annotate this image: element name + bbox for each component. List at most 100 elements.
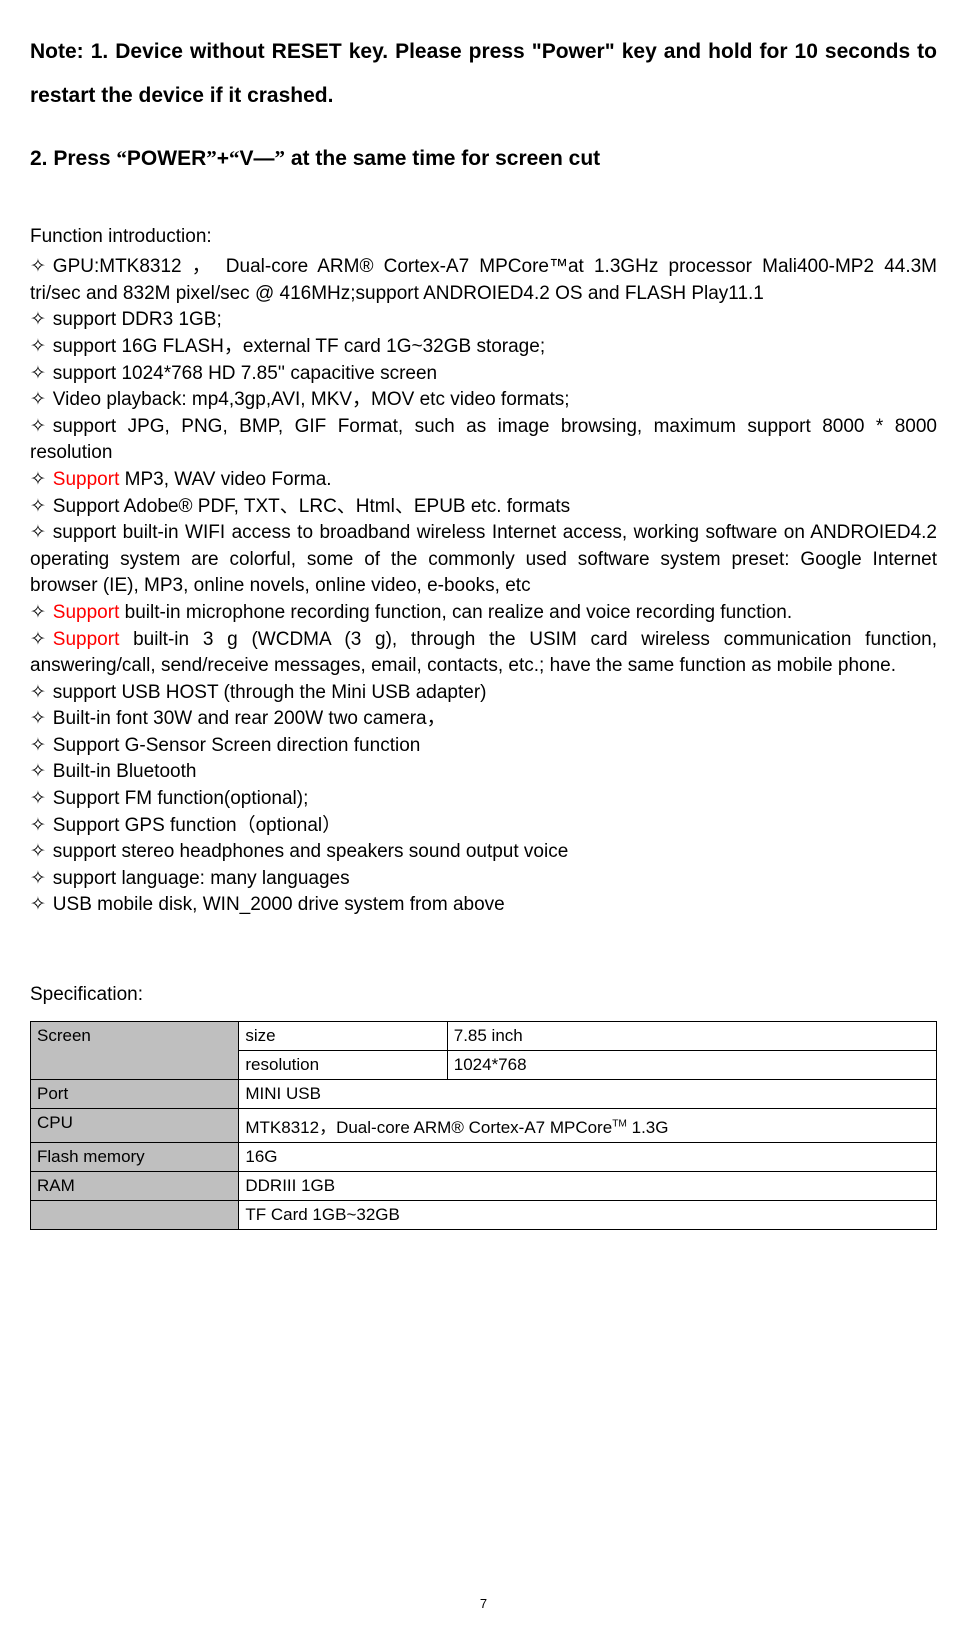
list-item: ✧ Video playback: mp4,3gp,AVI, MKV，MOV e… (30, 387, 937, 414)
diamond-icon: ✧ (30, 813, 53, 840)
quote-close-2: ” (275, 146, 286, 170)
bullet-text: GPU:MTK8312 ， Dual-core ARM® Cortex-A7 M… (30, 256, 937, 304)
spec-screen-label: Screen (31, 1022, 239, 1080)
bullet-red-text: Support (53, 602, 120, 623)
list-item: ✧ Support built-in microphone recording … (30, 600, 937, 627)
note2-prefix: 2. Press (30, 147, 116, 170)
table-row: Screen size 7.85 inch (31, 1022, 937, 1051)
diamond-icon: ✧ (30, 600, 53, 627)
table-row: Flash memory 16G (31, 1143, 937, 1172)
diamond-icon: ✧ (30, 520, 53, 547)
diamond-icon: ✧ (30, 414, 53, 441)
list-item: ✧ Support Adobe® PDF, TXT、LRC、Html、EPUB … (30, 494, 937, 521)
list-item: ✧ Built-in Bluetooth (30, 759, 937, 786)
spec-table: Screen size 7.85 inch resolution 1024*76… (30, 1021, 937, 1230)
quote-open-1: “ (116, 146, 127, 170)
bullet-text: Built-in font 30W and rear 200W two came… (53, 708, 446, 729)
spec-screen-res-key: resolution (239, 1051, 447, 1080)
list-item: ✧ Support G-Sensor Screen direction func… (30, 733, 937, 760)
bullet-text: support built-in WIFI access to broadban… (30, 522, 937, 596)
diamond-icon: ✧ (30, 307, 53, 334)
bullet-text: support JPG, PNG, BMP, GIF Format, such … (30, 416, 937, 464)
diamond-icon: ✧ (30, 733, 53, 760)
list-item: ✧ support language: many languages (30, 866, 937, 893)
list-item: ✧ support built-in WIFI access to broadb… (30, 520, 937, 600)
list-item: ✧ support DDR3 1GB; (30, 307, 937, 334)
bullet-text: Video playback: mp4,3gp,AVI, MKV，MOV etc… (53, 389, 570, 410)
diamond-icon: ✧ (30, 467, 53, 494)
list-item: ✧ USB mobile disk, WIN_2000 drive system… (30, 892, 937, 919)
note2-suffix: at the same time for screen cut (285, 147, 600, 170)
spec-ram-label: RAM (31, 1172, 239, 1201)
note2-v: V (240, 147, 254, 170)
list-item: ✧ Support GPS function（optional） (30, 813, 937, 840)
spec-ram-val: DDRIII 1GB (239, 1172, 937, 1201)
bullet-red-text: Support (53, 629, 120, 650)
bullet-text: Built-in Bluetooth (53, 761, 197, 782)
note-1: Note: 1. Device without RESET key. Pleas… (30, 30, 937, 118)
spec-tf-label (31, 1201, 239, 1230)
quote-close-1: ” (206, 146, 217, 170)
bullet-text: Support Adobe® PDF, TXT、LRC、Html、EPUB et… (53, 496, 570, 517)
note2-power: POWER (127, 147, 206, 170)
list-item: ✧ support 16G FLASH，external TF card 1G~… (30, 334, 937, 361)
table-row: RAM DDRIII 1GB (31, 1172, 937, 1201)
spec-cpu-val: MTK8312，Dual-core ARM® Cortex-A7 MPCoreT… (239, 1109, 937, 1143)
spec-screen-res-val: 1024*768 (447, 1051, 936, 1080)
page-number: 7 (0, 1596, 967, 1611)
spec-screen-size-key: size (239, 1022, 447, 1051)
diamond-icon: ✧ (30, 387, 53, 414)
spec-cpu-label: CPU (31, 1109, 239, 1143)
bullet-text: support stereo headphones and speakers s… (53, 841, 568, 862)
table-row: Port MINI USB (31, 1080, 937, 1109)
bullet-text: Support G-Sensor Screen direction functi… (53, 735, 421, 756)
spec-screen-size-val: 7.85 inch (447, 1022, 936, 1051)
diamond-icon: ✧ (30, 361, 53, 388)
list-item: ✧ support stereo headphones and speakers… (30, 839, 937, 866)
diamond-icon: ✧ (30, 334, 53, 361)
diamond-icon: ✧ (30, 866, 53, 893)
bullet-text: support USB HOST (through the Mini USB a… (53, 682, 487, 703)
spec-flash-label: Flash memory (31, 1143, 239, 1172)
list-item: ✧ GPU:MTK8312 ， Dual-core ARM® Cortex-A7… (30, 254, 937, 307)
specification-title: Specification: (30, 984, 937, 1006)
bullet-text: Support GPS function（optional） (53, 815, 341, 836)
note2-plus: + (217, 147, 229, 170)
list-item: ✧ Support MP3, WAV video Forma. (30, 467, 937, 494)
diamond-icon: ✧ (30, 892, 53, 919)
bullet-text: built-in microphone recording function, … (119, 602, 792, 623)
function-intro-title: Function introduction: (30, 226, 937, 248)
list-item: ✧ support 1024*768 HD 7.85'' capacitive … (30, 361, 937, 388)
note2-dash: — (254, 147, 275, 170)
spec-port-val: MINI USB (239, 1080, 937, 1109)
list-item: ✧ Built-in font 30W and rear 200W two ca… (30, 706, 937, 733)
bullet-text: support language: many languages (53, 868, 350, 889)
list-item: ✧ Support built-in 3 g (WCDMA (3 g), thr… (30, 627, 937, 680)
bullet-text: support 1024*768 HD 7.85'' capacitive sc… (53, 363, 437, 384)
spec-flash-val: 16G (239, 1143, 937, 1172)
diamond-icon: ✧ (30, 786, 53, 813)
bullet-text: USB mobile disk, WIN_2000 drive system f… (53, 894, 505, 915)
note-2: 2. Press “POWER”+“V—” at the same time f… (30, 146, 937, 171)
diamond-icon: ✧ (30, 627, 53, 654)
quote-open-2: “ (229, 146, 240, 170)
table-row: CPU MTK8312，Dual-core ARM® Cortex-A7 MPC… (31, 1109, 937, 1143)
diamond-icon: ✧ (30, 706, 53, 733)
table-row: TF Card 1GB~32GB (31, 1201, 937, 1230)
bullet-text: support 16G FLASH，external TF card 1G~32… (53, 336, 545, 357)
diamond-icon: ✧ (30, 759, 53, 786)
list-item: ✧ support JPG, PNG, BMP, GIF Format, suc… (30, 414, 937, 467)
bullet-list: ✧ GPU:MTK8312 ， Dual-core ARM® Cortex-A7… (30, 254, 937, 919)
diamond-icon: ✧ (30, 494, 53, 521)
bullet-red-text: Support (53, 469, 120, 490)
list-item: ✧ Support FM function(optional); (30, 786, 937, 813)
diamond-icon: ✧ (30, 254, 53, 281)
diamond-icon: ✧ (30, 680, 53, 707)
list-item: ✧ support USB HOST (through the Mini USB… (30, 680, 937, 707)
bullet-text: built-in 3 g (WCDMA (3 g), through the U… (30, 629, 937, 677)
bullet-text: support DDR3 1GB; (53, 309, 222, 330)
bullet-text: MP3, WAV video Forma. (119, 469, 331, 490)
diamond-icon: ✧ (30, 839, 53, 866)
spec-tf-val: TF Card 1GB~32GB (239, 1201, 937, 1230)
bullet-text: Support FM function(optional); (53, 788, 309, 809)
